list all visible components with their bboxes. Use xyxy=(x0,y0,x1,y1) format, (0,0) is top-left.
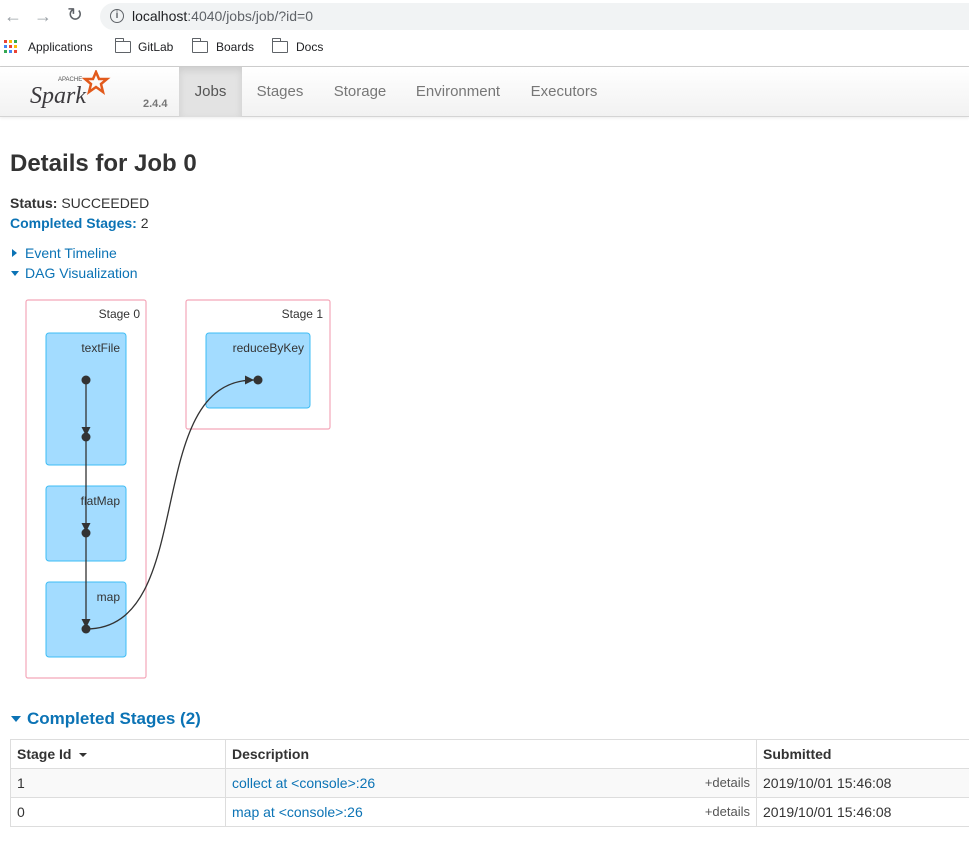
url-text[interactable]: localhost:4040/jobs/job/?id=0 xyxy=(132,8,313,24)
svg-text:Spark: Spark xyxy=(30,83,86,109)
tab-executors[interactable]: Executors xyxy=(520,67,608,117)
browser-chrome: ← → ↻ i localhost:4040/jobs/job/?id=0 Ap… xyxy=(0,0,969,67)
event-timeline-toggle[interactable]: Event Timeline xyxy=(10,245,117,261)
status-line: Status: SUCCEEDED xyxy=(10,195,149,211)
status-value: SUCCEEDED xyxy=(61,195,150,211)
details-toggle[interactable]: +details xyxy=(705,804,750,819)
completed-stages-table: Stage Id Description Submitted 1 collect… xyxy=(10,739,969,827)
folder-icon xyxy=(191,38,208,53)
back-arrow-icon[interactable]: ← xyxy=(2,5,24,27)
bookmark-docs[interactable]: Docs xyxy=(296,40,323,54)
spark-navbar: APACHE Spark 2.4.4 Jobs Stages Storage E… xyxy=(0,67,969,117)
address-bar[interactable]: i localhost:4040/jobs/job/?id=0 xyxy=(100,3,969,30)
stage-0-label: Stage 0 xyxy=(99,307,141,321)
bookmark-applications[interactable]: Applications xyxy=(28,40,93,54)
dag-node xyxy=(81,375,91,385)
bookmark-boards[interactable]: Boards xyxy=(216,40,254,54)
spark-version: 2.4.4 xyxy=(143,98,168,110)
completed-stages-header[interactable]: Completed Stages (2) xyxy=(10,709,201,729)
description-cell: map at <console>:26 +details xyxy=(225,797,757,827)
col-submitted[interactable]: Submitted xyxy=(756,739,969,769)
submitted-cell: 2019/10/01 15:46:08 xyxy=(756,768,969,798)
op-reducebykey-label: reduceByKey xyxy=(233,341,304,355)
info-icon[interactable]: i xyxy=(110,9,124,23)
completed-stages-link[interactable]: Completed Stages: xyxy=(10,215,137,231)
page-title: Details for Job 0 xyxy=(10,150,197,177)
spark-logo[interactable]: APACHE Spark 2.4.4 xyxy=(30,68,167,114)
dag-node xyxy=(81,432,91,442)
dag-visualization: Stage 0 textFile flatMap map Stage 1 red… xyxy=(25,299,331,679)
op-map-label: map xyxy=(97,590,121,604)
dag-visualization-toggle[interactable]: DAG Visualization xyxy=(10,265,138,281)
details-toggle[interactable]: +details xyxy=(705,775,750,790)
dag-node xyxy=(81,528,91,538)
completed-stages-count: 2 xyxy=(140,215,149,231)
sort-desc-icon xyxy=(79,753,88,758)
caret-down-icon xyxy=(11,271,19,276)
folder-icon xyxy=(271,38,288,53)
caret-right-icon xyxy=(12,249,17,257)
folder-icon xyxy=(114,38,131,53)
completed-stages-line: Completed Stages: 2 xyxy=(10,215,149,231)
tab-stages[interactable]: Stages xyxy=(246,67,314,117)
caret-down-icon xyxy=(11,716,21,722)
forward-arrow-icon[interactable]: → xyxy=(32,5,54,27)
op-textfile-label: textFile xyxy=(81,341,120,355)
status-label: Status: xyxy=(10,195,58,211)
bookmark-gitlab[interactable]: GitLab xyxy=(138,40,173,54)
stage-1-label: Stage 1 xyxy=(282,307,324,321)
spark-logo-icon: APACHE Spark xyxy=(30,68,111,109)
tab-jobs[interactable]: Jobs xyxy=(179,67,242,117)
tab-storage[interactable]: Storage xyxy=(324,67,396,117)
dag-node xyxy=(81,624,91,634)
table-row: 1 collect at <console>:26 +details 2019/… xyxy=(10,768,969,798)
description-cell: collect at <console>:26 +details xyxy=(225,768,757,798)
tab-environment[interactable]: Environment xyxy=(405,67,511,117)
reload-icon[interactable]: ↻ xyxy=(64,5,86,27)
col-stage-id[interactable]: Stage Id xyxy=(10,739,226,769)
stage-id-cell: 1 xyxy=(10,768,226,798)
description-link[interactable]: collect at <console>:26 xyxy=(232,775,375,791)
description-link[interactable]: map at <console>:26 xyxy=(232,804,363,820)
stage-id-cell: 0 xyxy=(10,797,226,827)
col-description[interactable]: Description xyxy=(225,739,757,769)
table-row: 0 map at <console>:26 +details 2019/10/0… xyxy=(10,797,969,827)
apps-grid-icon[interactable] xyxy=(4,40,18,54)
submitted-cell: 2019/10/01 15:46:08 xyxy=(756,797,969,827)
dag-node xyxy=(253,375,263,385)
